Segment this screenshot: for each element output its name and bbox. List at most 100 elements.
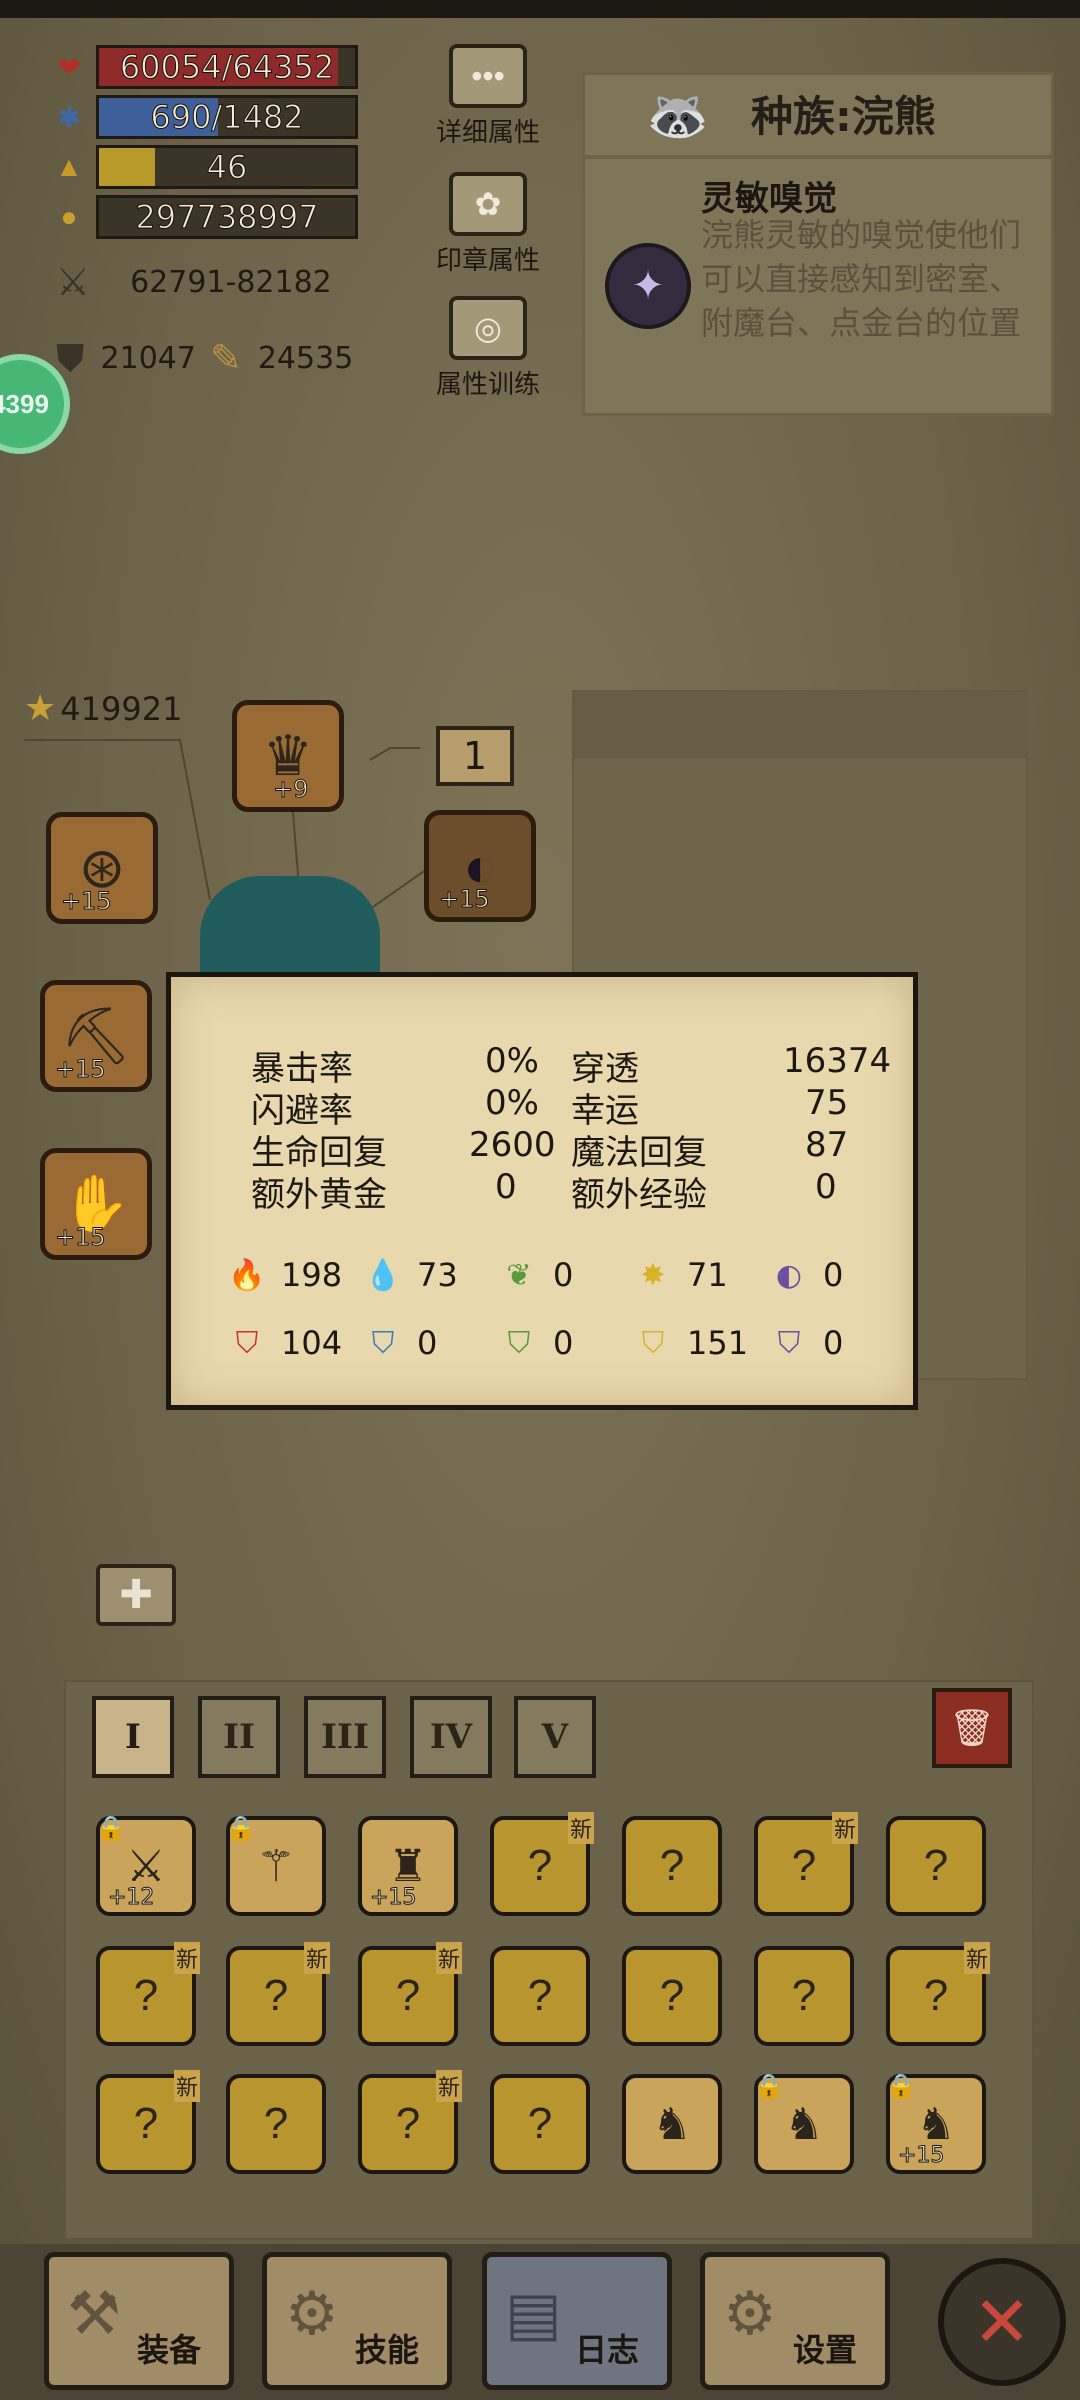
nav-skill-button[interactable]: ⚙ 技能 bbox=[262, 2252, 452, 2390]
nav-log-button[interactable]: ▤ 日志 bbox=[482, 2252, 672, 2390]
item-detail-header bbox=[574, 692, 1026, 758]
inventory-item[interactable]: ♞ 🔒 +15 bbox=[886, 2073, 986, 2174]
inventory-item[interactable]: ? bbox=[622, 1816, 722, 1916]
target-icon: ◎ bbox=[449, 296, 527, 360]
wood-attack-value: 0 bbox=[553, 1256, 574, 1294]
unknown-item-icon: ? bbox=[527, 2099, 553, 2148]
lock-icon: 🔒 bbox=[754, 2073, 784, 2100]
wood-attack: ❦ 0 bbox=[497, 1253, 573, 1297]
top-border bbox=[0, 0, 1080, 18]
nav-equip-button[interactable]: ⚒ 装备 bbox=[44, 2252, 234, 2390]
wand-icon: ✎ bbox=[210, 336, 242, 380]
crossed-swords-icon: ⚔ bbox=[56, 260, 91, 304]
water-drop-icon: 💧 bbox=[364, 1257, 402, 1293]
moon-shield-icon: ⛉ bbox=[777, 1325, 801, 1361]
water-defense: ⛉ 0 bbox=[361, 1321, 438, 1365]
detail-attributes-button[interactable]: ••• 详细属性 bbox=[408, 44, 568, 149]
inventory-item[interactable]: ♜ +15 bbox=[358, 1816, 458, 1916]
seal-attributes-button[interactable]: ✿ 印章属性 bbox=[408, 172, 568, 277]
race-title: 种族:浣熊 bbox=[751, 92, 936, 141]
gold-icon: ● bbox=[60, 201, 78, 232]
tab-page-5[interactable]: V bbox=[514, 1696, 596, 1778]
nav-settings-button[interactable]: ⚙ 设置 bbox=[700, 2252, 890, 2390]
luck-value: 75 bbox=[805, 1083, 849, 1123]
hp-bar: 60054/64352 bbox=[96, 45, 358, 89]
tab-page-2[interactable]: II bbox=[198, 1696, 280, 1778]
close-icon: ✕ bbox=[972, 2283, 1032, 2361]
tab-page-1[interactable]: I bbox=[92, 1696, 174, 1778]
unknown-item-icon: ? bbox=[791, 1841, 817, 1890]
inventory-item[interactable]: ♞ bbox=[622, 2074, 722, 2174]
seal-attributes-label: 印章属性 bbox=[435, 246, 540, 276]
close-button[interactable]: ✕ bbox=[938, 2258, 1066, 2386]
unknown-item-icon: ? bbox=[659, 1841, 685, 1890]
water-attack-value: 73 bbox=[417, 1256, 458, 1294]
new-badge: 新 bbox=[303, 1942, 330, 1974]
fire-attack: 🔥 198 bbox=[225, 1253, 342, 1297]
inventory-item[interactable]: ? 新 bbox=[754, 1812, 858, 1916]
inventory-item[interactable]: ? bbox=[226, 2074, 326, 2174]
lock-icon: 🔒 bbox=[226, 1815, 256, 1842]
extra-gold-label: 额外黄金 bbox=[251, 1175, 387, 1215]
equip-slot-bracer[interactable]: ⊛ +15 bbox=[46, 812, 158, 924]
inventory-item[interactable]: ? 新 bbox=[96, 2070, 200, 2174]
add-slot-button[interactable]: ✚ bbox=[96, 1564, 176, 1626]
item-plus: +15 bbox=[369, 1885, 417, 1911]
power-rating: ★ 419921 bbox=[24, 688, 182, 729]
inventory-item[interactable]: ? 新 bbox=[490, 1812, 594, 1916]
gold-value: 297738997 bbox=[135, 198, 319, 237]
tab-page-3[interactable]: III bbox=[304, 1696, 386, 1778]
unknown-item-icon: ? bbox=[791, 1971, 817, 2020]
water-shield-icon: ⛉ bbox=[371, 1325, 395, 1361]
light-defense-value: 151 bbox=[687, 1324, 749, 1362]
nav-log-label: 日志 bbox=[574, 2331, 639, 2369]
attribute-training-button[interactable]: ◎ 属性训练 bbox=[408, 296, 568, 401]
inventory-item[interactable]: ⚚ 🔒 bbox=[226, 1815, 326, 1916]
inventory-item[interactable]: ? bbox=[490, 1946, 590, 2046]
equip-slot-helmet[interactable]: ♛ +9 bbox=[232, 700, 344, 812]
counter-box[interactable]: 1 bbox=[436, 726, 514, 786]
inventory-item[interactable]: ? 新 bbox=[96, 1942, 200, 2046]
inventory-item[interactable]: ? 新 bbox=[358, 2070, 462, 2174]
tab-page-4[interactable]: IV bbox=[410, 1696, 492, 1778]
race-panel: 🦝 种族:浣熊 ✦ 灵敏嗅觉 浣熊灵敏的嗅觉使他们可以直接感知到密室、附魔台、点… bbox=[582, 72, 1054, 416]
magic-stat: ✎ 24535 bbox=[210, 336, 353, 380]
hp-row: ❤ 60054/64352 bbox=[52, 44, 358, 90]
inventory-item[interactable]: ? 新 bbox=[886, 1942, 990, 2046]
inventory-item[interactable]: ⚔ 🔒 +12 bbox=[96, 1815, 196, 1916]
lock-icon: 🔒 bbox=[886, 2073, 916, 2100]
dark-attack: ◐ 0 bbox=[767, 1253, 843, 1297]
new-badge: 新 bbox=[567, 1812, 594, 1844]
light-defense: ⛉ 151 bbox=[631, 1321, 748, 1365]
item-plus: +15 bbox=[897, 2143, 945, 2169]
leaf-shield-icon: ⛉ bbox=[507, 1325, 531, 1361]
unknown-item-icon: ? bbox=[527, 1971, 553, 2020]
skill-gear-icon: ⚙ bbox=[285, 2279, 339, 2349]
equip-slot-gauntlet[interactable]: ✋ +15 bbox=[40, 1148, 152, 1260]
inventory-item[interactable]: ? 新 bbox=[226, 1942, 330, 2046]
new-badge: 新 bbox=[435, 2070, 462, 2102]
star-icon: ★ bbox=[24, 688, 57, 729]
attack-stat: ⚔ 62791-82182 bbox=[56, 260, 332, 304]
helm-icon: ♞ bbox=[916, 2099, 956, 2149]
trash-button[interactable]: 🗑 bbox=[932, 1688, 1012, 1768]
race-divider bbox=[585, 155, 1051, 159]
fire-shield-icon: ⛉ bbox=[235, 1325, 259, 1361]
raccoon-skill-icon[interactable]: ✦ bbox=[605, 243, 691, 329]
mp-value: 690/1482 bbox=[150, 98, 304, 137]
inventory-item[interactable]: ? bbox=[622, 1946, 722, 2046]
inventory-item[interactable]: ? 新 bbox=[358, 1942, 462, 2046]
burst-shield-icon: ⛉ bbox=[641, 1325, 665, 1361]
inventory-item[interactable]: ? bbox=[490, 2074, 590, 2174]
inventory-item[interactable]: ? bbox=[754, 1946, 854, 2046]
equip-slot-shield[interactable]: ◐ +15 bbox=[424, 810, 536, 922]
attack-value: 62791-82182 bbox=[130, 264, 332, 300]
settings-gear-icon: ⚙ bbox=[723, 2279, 777, 2349]
nav-skill-label: 技能 bbox=[354, 2331, 419, 2369]
inventory-item[interactable]: ♞ 🔒 bbox=[754, 2073, 854, 2174]
trash-icon: 🗑 bbox=[949, 1707, 995, 1748]
inventory-item[interactable]: ? bbox=[886, 1816, 986, 1916]
equip-slot-drill[interactable]: ⛏ +15 bbox=[40, 980, 152, 1092]
extra-gold-value: 0 bbox=[495, 1167, 517, 1207]
dots-icon: ••• bbox=[449, 44, 527, 108]
